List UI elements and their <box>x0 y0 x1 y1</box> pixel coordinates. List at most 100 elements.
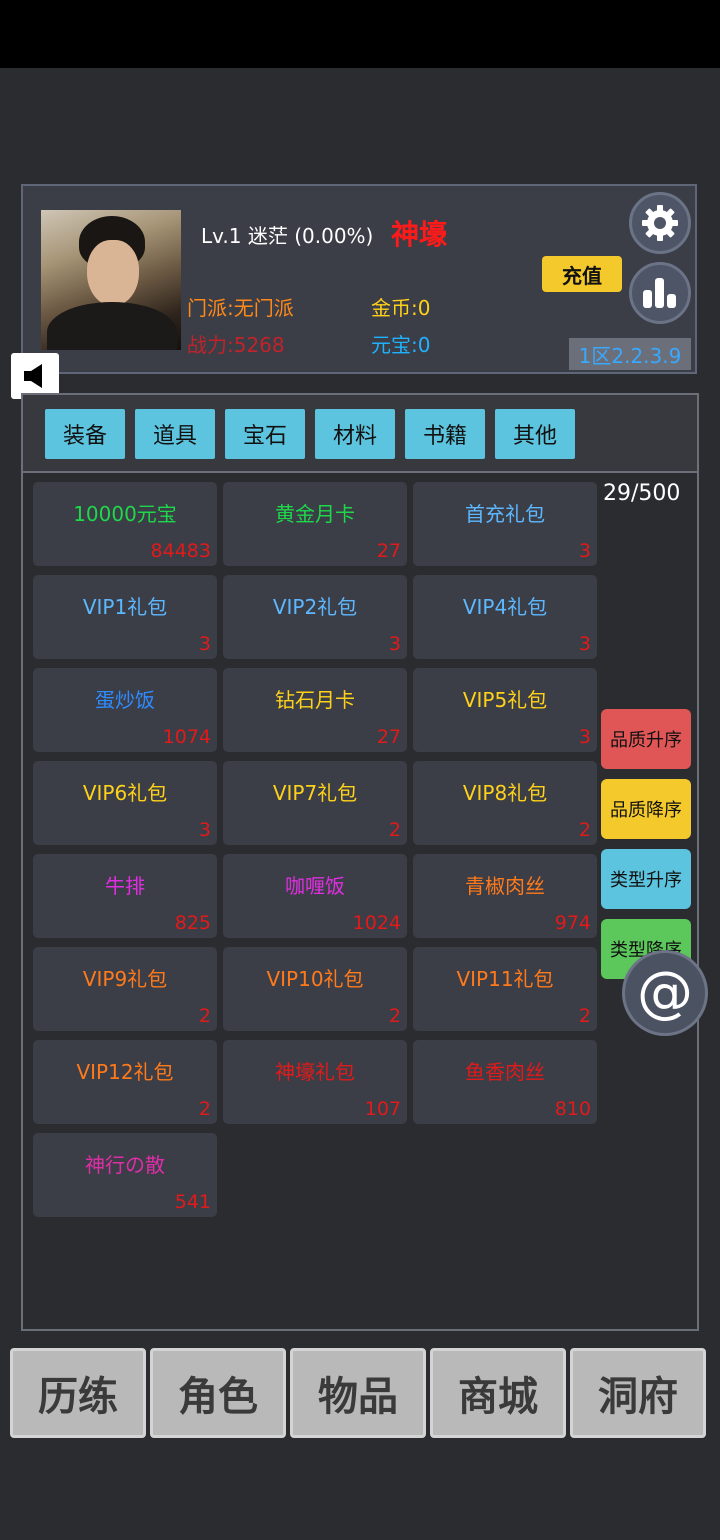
tab-props[interactable]: 道具 <box>135 409 215 459</box>
item-quantity: 84483 <box>150 540 211 562</box>
tab-books[interactable]: 书籍 <box>405 409 485 459</box>
item-quantity: 2 <box>198 1098 211 1120</box>
inventory-item[interactable]: VIP1礼包 3 <box>33 575 217 659</box>
item-name: VIP9礼包 <box>82 967 168 991</box>
item-name: VIP11礼包 <box>456 967 554 991</box>
nav-items[interactable]: 物品 <box>290 1348 426 1438</box>
sort-quality-desc-button[interactable]: 品质降序 <box>601 779 691 839</box>
sect-text: 门派:无门派 <box>187 296 294 320</box>
item-quantity: 27 <box>376 726 401 748</box>
inventory-item[interactable]: 10000元宝 84483 <box>33 482 217 566</box>
item-name: VIP5礼包 <box>462 688 548 712</box>
item-quantity: 107 <box>364 1098 401 1120</box>
inventory-item[interactable]: VIP9礼包 2 <box>33 947 217 1031</box>
item-name: 青椒肉丝 <box>465 874 545 898</box>
item-name: VIP4礼包 <box>462 595 548 619</box>
inventory-count: 29/500 <box>603 481 681 506</box>
category-tabs: 装备 道具 宝石 材料 书籍 其他 <box>23 395 697 473</box>
item-name: 神行の散 <box>85 1153 165 1177</box>
item-quantity: 3 <box>198 819 211 841</box>
gear-icon <box>642 205 678 241</box>
item-quantity: 3 <box>578 540 591 562</box>
item-name: 牛排 <box>105 874 145 898</box>
tab-others[interactable]: 其他 <box>495 409 575 459</box>
item-name: VIP6礼包 <box>82 781 168 805</box>
inventory-item[interactable]: 神壕礼包 107 <box>223 1040 407 1124</box>
item-name: 咖喱饭 <box>285 874 345 898</box>
power-text: 战力:5268 <box>187 333 285 357</box>
inventory-item[interactable]: 鱼香肉丝 810 <box>413 1040 597 1124</box>
inventory-item[interactable]: VIP2礼包 3 <box>223 575 407 659</box>
inventory-item[interactable]: 钻石月卡 27 <box>223 668 407 752</box>
item-quantity: 3 <box>388 633 401 655</box>
item-quantity: 2 <box>578 1005 591 1027</box>
tab-gems[interactable]: 宝石 <box>225 409 305 459</box>
inventory-item[interactable]: VIP11礼包 2 <box>413 947 597 1031</box>
item-quantity: 825 <box>174 912 211 934</box>
inventory-item[interactable]: 蛋炒饭 1074 <box>33 668 217 752</box>
contact-button[interactable]: @ <box>622 950 708 1036</box>
item-name: 神壕礼包 <box>275 1060 355 1084</box>
inventory-item[interactable]: 咖喱饭 1024 <box>223 854 407 938</box>
speaker-icon <box>24 364 42 388</box>
item-quantity: 1024 <box>352 912 401 934</box>
profile-panel: Lv.1 迷茫 (0.00%) 神壕 门派:无门派 战力:5268 金币:0 元… <box>21 184 697 374</box>
item-name: VIP8礼包 <box>462 781 548 805</box>
recharge-button[interactable]: 充值 <box>542 256 622 292</box>
inventory-item[interactable]: VIP10礼包 2 <box>223 947 407 1031</box>
character-avatar[interactable] <box>41 210 181 350</box>
item-name: VIP2礼包 <box>272 595 358 619</box>
item-quantity: 3 <box>198 633 211 655</box>
nav-training[interactable]: 历练 <box>10 1348 146 1438</box>
item-quantity: 3 <box>578 726 591 748</box>
item-name: VIP7礼包 <box>272 781 358 805</box>
status-bar <box>0 0 720 68</box>
item-quantity: 810 <box>554 1098 591 1120</box>
sort-quality-asc-button[interactable]: 品质升序 <box>601 709 691 769</box>
item-name: VIP1礼包 <box>82 595 168 619</box>
item-name: 10000元宝 <box>73 502 177 526</box>
nav-character[interactable]: 角色 <box>150 1348 286 1438</box>
item-name: 黄金月卡 <box>275 502 355 526</box>
tab-equipment[interactable]: 装备 <box>45 409 125 459</box>
item-quantity: 2 <box>388 819 401 841</box>
yuanbao-text: 元宝:0 <box>371 333 431 357</box>
player-title: 神壕 <box>391 218 448 251</box>
item-quantity: 2 <box>198 1005 211 1027</box>
item-name: 钻石月卡 <box>275 688 355 712</box>
inventory-item[interactable]: 首充礼包 3 <box>413 482 597 566</box>
inventory-item[interactable]: 黄金月卡 27 <box>223 482 407 566</box>
inventory-item[interactable]: VIP6礼包 3 <box>33 761 217 845</box>
sort-type-asc-button[interactable]: 类型升序 <box>601 849 691 909</box>
inventory-item[interactable]: 牛排 825 <box>33 854 217 938</box>
bar-chart-icon <box>643 278 676 308</box>
nav-cave[interactable]: 洞府 <box>570 1348 706 1438</box>
tab-materials[interactable]: 材料 <box>315 409 395 459</box>
inventory-item[interactable]: VIP12礼包 2 <box>33 1040 217 1124</box>
nav-shop[interactable]: 商城 <box>430 1348 566 1438</box>
inventory-item[interactable]: VIP5礼包 3 <box>413 668 597 752</box>
stats-button[interactable] <box>629 262 691 324</box>
inventory-item[interactable]: 神行の散 541 <box>33 1133 217 1217</box>
item-quantity: 1074 <box>162 726 211 748</box>
inventory-item[interactable]: VIP4礼包 3 <box>413 575 597 659</box>
server-version: 1区2.2.3.9 <box>569 338 691 370</box>
inventory-item[interactable]: VIP8礼包 2 <box>413 761 597 845</box>
at-sign-icon: @ <box>637 960 693 1025</box>
inventory-item[interactable]: VIP7礼包 2 <box>223 761 407 845</box>
item-name: 首充礼包 <box>465 502 545 526</box>
item-quantity: 974 <box>554 912 591 934</box>
settings-button[interactable] <box>629 192 691 254</box>
item-name: VIP12礼包 <box>76 1060 174 1084</box>
gold-text: 金币:0 <box>371 296 431 320</box>
inventory-panel: 装备 道具 宝石 材料 书籍 其他 29/500 10000元宝 84483 黄金月… <box>21 393 699 1331</box>
item-quantity: 541 <box>174 1191 211 1213</box>
item-quantity: 2 <box>578 819 591 841</box>
item-quantity: 27 <box>376 540 401 562</box>
item-name: VIP10礼包 <box>266 967 364 991</box>
item-quantity: 3 <box>578 633 591 655</box>
level-text: Lv.1 迷茫 (0.00%) <box>201 224 374 248</box>
inventory-item[interactable]: 青椒肉丝 974 <box>413 854 597 938</box>
item-name: 鱼香肉丝 <box>465 1060 545 1084</box>
item-name: 蛋炒饭 <box>95 688 155 712</box>
